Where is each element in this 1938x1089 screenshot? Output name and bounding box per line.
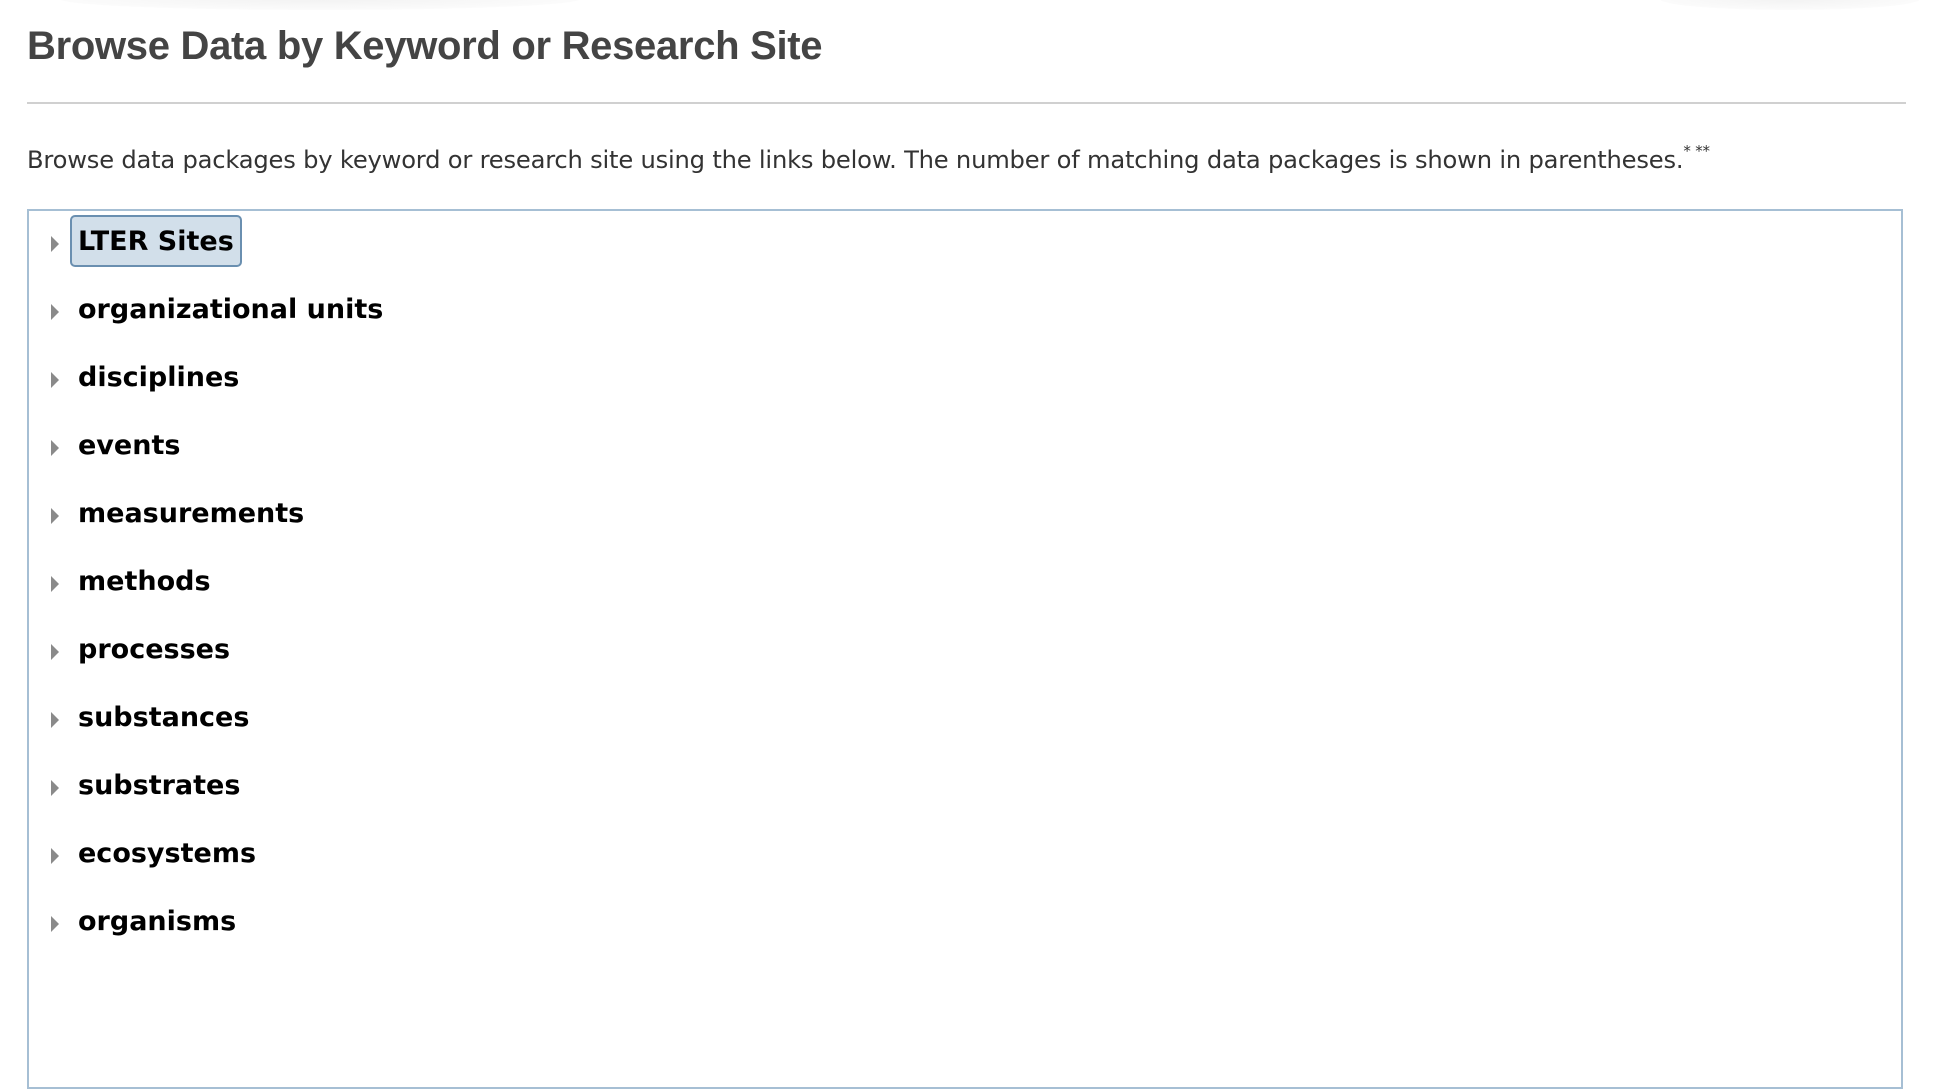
intro-sentence: Browse data packages by keyword or resea…	[27, 146, 1684, 174]
expand-triangle-icon[interactable]	[51, 780, 59, 796]
tree-node-label[interactable]: methods	[70, 555, 219, 607]
expand-triangle-icon[interactable]	[51, 508, 59, 524]
expand-triangle-icon[interactable]	[51, 712, 59, 728]
expand-triangle-icon[interactable]	[51, 440, 59, 456]
footnote-markers: * **	[1683, 142, 1710, 160]
expand-triangle-icon[interactable]	[51, 576, 59, 592]
tree-node-label[interactable]: disciplines	[70, 351, 247, 403]
tree-node-label[interactable]: substrates	[70, 759, 248, 811]
page-title: Browse Data by Keyword or Research Site	[27, 24, 823, 68]
expand-triangle-icon[interactable]	[51, 644, 59, 660]
expand-triangle-icon[interactable]	[51, 848, 59, 864]
tree-node-label[interactable]: measurements	[70, 487, 312, 539]
header-shadow	[60, 0, 580, 10]
tree-node-label[interactable]: processes	[70, 623, 238, 675]
keyword-tree: LTER Sites organizational units discipli…	[27, 209, 1903, 1089]
tree-node-label[interactable]: substances	[70, 691, 257, 743]
tree-node-label[interactable]: organizational units	[70, 283, 391, 335]
expand-triangle-icon[interactable]	[51, 916, 59, 932]
footnote-link-1[interactable]: *	[1683, 142, 1691, 160]
header-shadow	[1660, 0, 1920, 10]
tree-node-label[interactable]: ecosystems	[70, 827, 264, 879]
title-divider	[27, 102, 1906, 104]
tree-node-label[interactable]: events	[70, 419, 188, 471]
footnote-link-2[interactable]: **	[1695, 142, 1710, 160]
tree-node-label[interactable]: LTER Sites	[70, 215, 242, 267]
expand-triangle-icon[interactable]	[51, 304, 59, 320]
intro-text: Browse data packages by keyword or resea…	[27, 142, 1710, 174]
expand-triangle-icon[interactable]	[51, 372, 59, 388]
tree-node-label[interactable]: organisms	[70, 895, 244, 947]
expand-triangle-icon[interactable]	[51, 236, 59, 252]
